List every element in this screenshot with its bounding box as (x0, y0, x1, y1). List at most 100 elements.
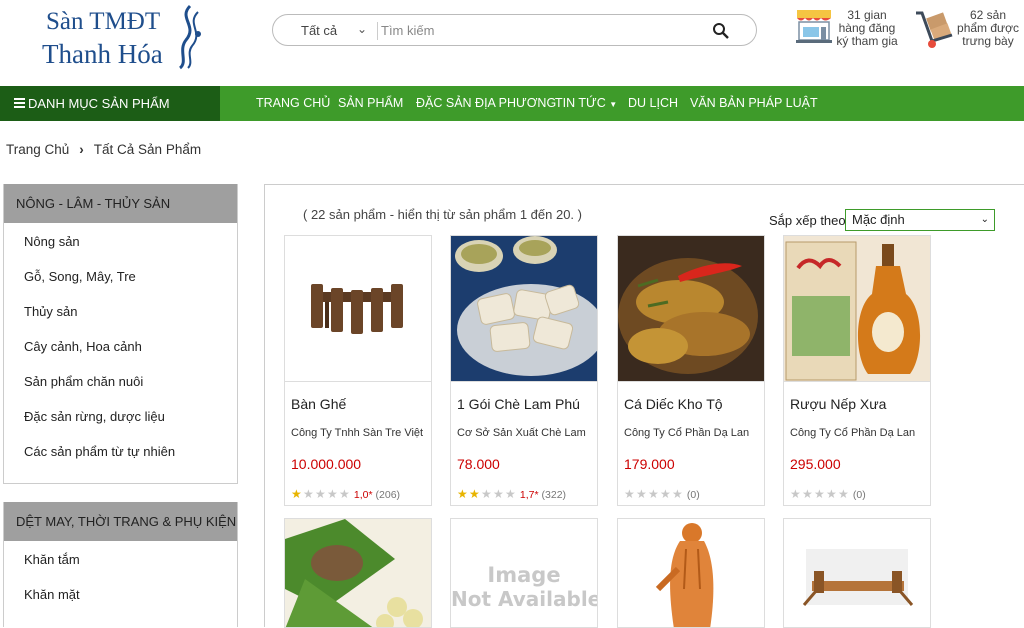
site-logo[interactable]: Sàn TMĐT Thanh Hóa (40, 4, 210, 70)
product-company[interactable]: Công Ty Cổ Phần Dạ Lan (624, 427, 749, 439)
placeholder-text-1: Image (487, 563, 561, 587)
sidebar-item[interactable]: Cây cảnh, Hoa cảnh (24, 339, 142, 354)
sidebar-heading[interactable]: DỆT MAY, THỜI TRANG & PHỤ KIỆN (4, 502, 237, 541)
sidebar-category-textile: DỆT MAY, THỜI TRANG & PHỤ KIỆN Khăn tắm … (3, 502, 238, 627)
sidebar-item[interactable]: Nông sản (24, 234, 80, 249)
search-icon[interactable] (711, 21, 731, 41)
product-rating: ★★★★★ (0) (624, 487, 700, 501)
search-divider (377, 22, 378, 40)
site-header: Sàn TMĐT Thanh Hóa Tất cả ⌄ 31 gian hàng… (0, 0, 1024, 86)
breadcrumb-home[interactable]: Trang Chủ (6, 142, 69, 157)
stat-shops: 31 gian hàng đăng ký tham gia (794, 9, 904, 49)
hamburger-icon (14, 98, 25, 108)
sort-label: Sắp xếp theo (769, 213, 846, 228)
star-icon: ★ (339, 487, 350, 501)
product-name[interactable]: Cá Diếc Kho Tộ (624, 396, 723, 412)
product-price: 295.000 (790, 456, 841, 472)
star-icon: ★ (315, 487, 326, 501)
sidebar-heading[interactable]: NÔNG - LÂM - THỦY SẢN (4, 184, 237, 223)
nav-item-local-specialties[interactable]: ĐẶC SẢN ĐỊA PHƯƠNG (416, 86, 556, 121)
main-nav: DANH MỤC SẢN PHẨM TRANG CHỦ SẢN PHẨM ĐẶC… (0, 86, 1024, 121)
product-rating: ★★★★★ 1,7* (322) (457, 487, 566, 501)
rating-value: 1,0* (353, 489, 373, 501)
product-image-table-chairs[interactable] (285, 236, 431, 382)
product-card[interactable]: 1 Gói Chè Lam Phú Cơ Sở Sản Xuất Chè Lam… (450, 235, 598, 506)
placeholder-text-2: Not Available (451, 587, 598, 611)
product-count-text: ( 22 sản phẩm - hiển thị từ sản phẩm 1 đ… (303, 207, 582, 222)
logo-line-1: Sàn TMĐT (46, 8, 161, 35)
sidebar-item[interactable]: Sản phẩm chăn nuôi (24, 374, 143, 389)
star-icon: ★ (826, 487, 837, 501)
breadcrumb-current: Tất Cả Sản Phẩm (93, 142, 202, 157)
star-icon: ★ (624, 487, 635, 501)
sort-select-value: Mặc định (852, 212, 905, 227)
nav-item-home[interactable]: TRANG CHỦ (256, 86, 330, 121)
star-icon: ★ (790, 487, 801, 501)
search-category-select[interactable]: Tất cả (301, 23, 337, 38)
product-name[interactable]: Rượu Nếp Xưa (790, 396, 886, 412)
star-icon: ★ (457, 487, 468, 501)
product-card[interactable]: Bàn Ghế Công Ty Tnhh Sàn Tre Việt 10.000… (284, 235, 432, 506)
breadcrumb: Trang Chủ › Tất Cả Sản Phẩm (6, 142, 201, 157)
product-image-rice-wine[interactable] (784, 236, 930, 382)
star-icon: ★ (303, 487, 314, 501)
product-company[interactable]: Công Ty Cổ Phần Dạ Lan (790, 427, 915, 439)
nem-chua-image (285, 519, 431, 627)
stat-products: 62 sản phẩm được trưng bày (914, 9, 1024, 49)
product-name[interactable]: Bàn Ghế (291, 396, 346, 412)
star-icon: ★ (802, 487, 813, 501)
chevron-right-icon: › (79, 142, 84, 157)
review-count: (0) (686, 489, 700, 501)
product-card[interactable] (284, 518, 432, 628)
nav-item-travel[interactable]: DU LỊCH (628, 86, 678, 121)
logo-line-2: Thanh Hóa (42, 39, 163, 69)
sidebar-item[interactable]: Gỗ, Song, Mây, Tre (24, 269, 136, 284)
star-icon: ★ (505, 487, 516, 501)
search-input[interactable] (381, 19, 701, 41)
nav-item-legal-documents[interactable]: VĂN BẢN PHÁP LUẬT (690, 86, 818, 121)
star-icon: ★ (660, 487, 671, 501)
product-card[interactable]: Cá Diếc Kho Tộ Công Ty Cổ Phần Dạ Lan 17… (617, 235, 765, 506)
product-image-che-lam[interactable] (451, 236, 597, 382)
review-count: (206) (375, 489, 401, 501)
chevron-down-icon: ⌄ (980, 214, 989, 225)
product-company[interactable]: Cơ Sở Sản Xuất Chè Lam (457, 427, 586, 439)
product-image-braised-fish[interactable] (618, 236, 764, 382)
product-price: 179.000 (624, 456, 675, 472)
category-menu-button[interactable]: DANH MỤC SẢN PHẨM (0, 86, 220, 121)
sidebar-item[interactable]: Thủy sản (24, 304, 77, 319)
product-price: 10.000.000 (291, 456, 362, 472)
star-icon: ★ (469, 487, 480, 501)
bed-frame-image (784, 519, 930, 627)
star-icon: ★ (327, 487, 338, 501)
sidebar-item[interactable]: Đặc sản rừng, dược liệu (24, 409, 165, 424)
product-name[interactable]: 1 Gói Chè Lam Phú (457, 396, 580, 412)
chevron-down-icon[interactable]: ⌄ (357, 22, 367, 36)
category-menu-label: DANH MỤC SẢN PHẨM (28, 96, 170, 111)
sidebar-category-agriculture: NÔNG - LÂM - THỦY SẢN Nông sản Gỗ, Song,… (3, 184, 238, 484)
sidebar-item[interactable]: Các sản phẩm từ tự nhiên (24, 444, 175, 459)
product-card[interactable] (617, 518, 765, 628)
sidebar-item[interactable]: Khăn tắm (24, 552, 80, 567)
shop-stall-icon (796, 10, 832, 43)
sort-select[interactable]: Mặc định ⌄ (845, 209, 995, 231)
stat-products-text: 62 sản phẩm được trưng bày (957, 8, 1019, 48)
product-company[interactable]: Công Ty Tnhh Sàn Tre Việt (291, 427, 423, 439)
product-rating: ★★★★★ (0) (790, 487, 866, 501)
review-count: (0) (852, 489, 866, 501)
product-card[interactable]: Image Not Available (450, 518, 598, 628)
wooden-statue-image (618, 519, 764, 627)
product-card[interactable]: Rượu Nếp Xưa Công Ty Cổ Phần Dạ Lan 295.… (783, 235, 931, 506)
star-icon: ★ (291, 487, 302, 501)
rating-value: 1,7* (519, 489, 539, 501)
star-icon: ★ (481, 487, 492, 501)
star-icon: ★ (838, 487, 849, 501)
nav-item-news[interactable]: TIN TỨC ▼ (555, 86, 617, 121)
sidebar-item[interactable]: Khăn mặt (24, 587, 80, 602)
logo-swirl-icon (178, 4, 201, 70)
nav-item-products[interactable]: SẢN PHẨM (338, 86, 403, 121)
review-count: (322) (541, 489, 567, 501)
image-not-available-placeholder: Image Not Available (451, 563, 597, 611)
product-card[interactable] (783, 518, 931, 628)
rice-wine-image (784, 236, 930, 381)
